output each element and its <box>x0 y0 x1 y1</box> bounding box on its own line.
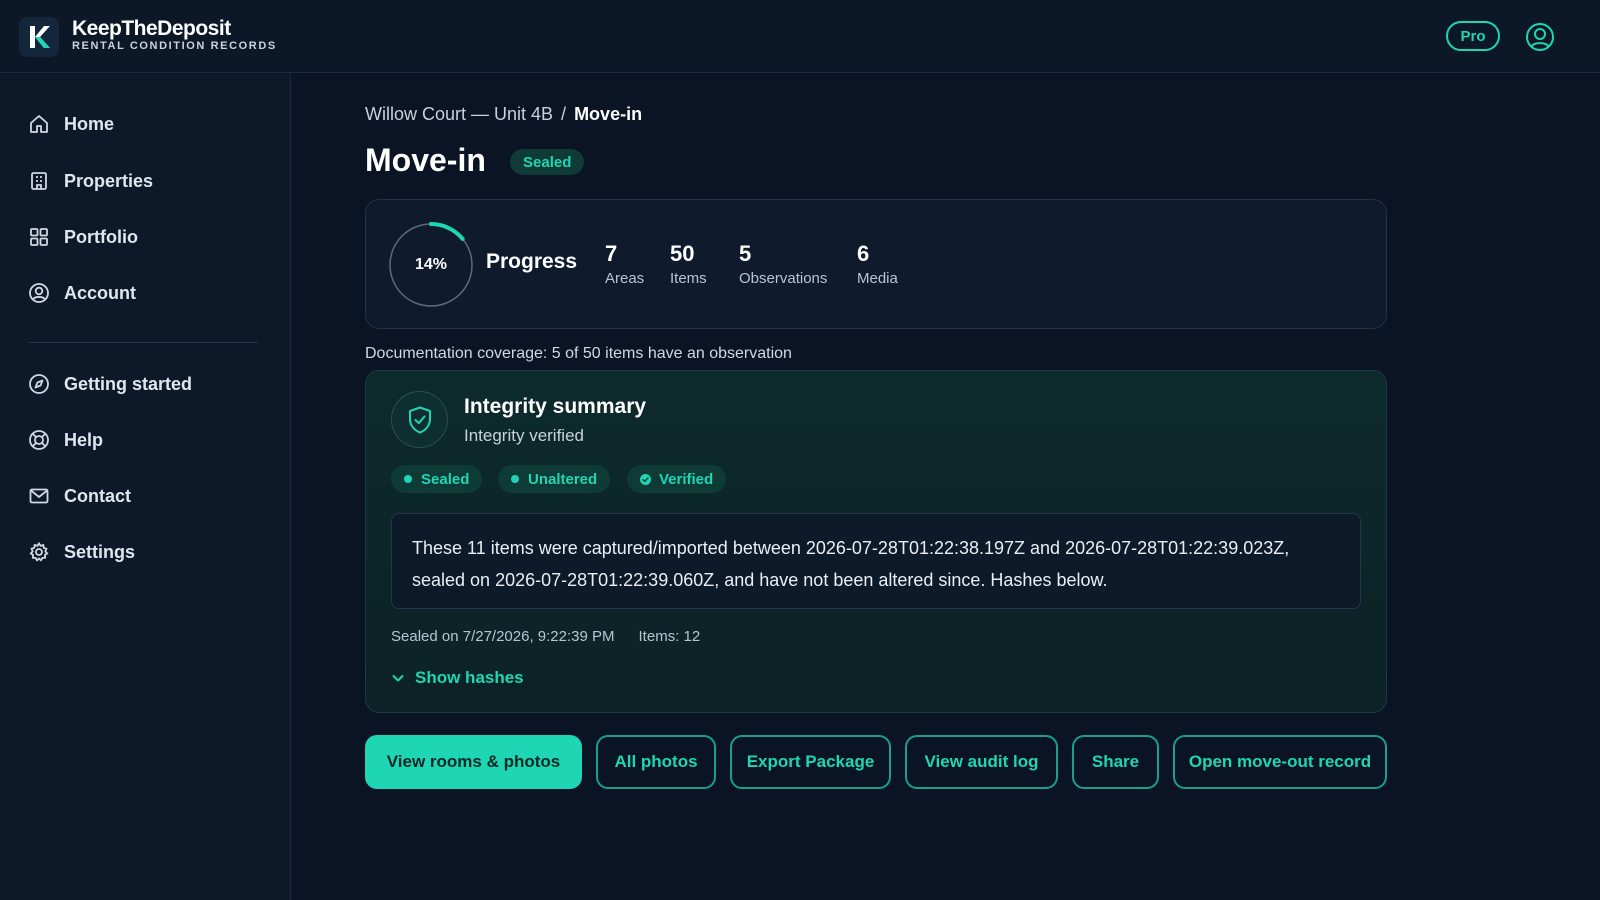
integrity-title: Integrity summary <box>464 395 647 418</box>
progress-percent: 14% <box>414 256 448 273</box>
building-icon <box>28 170 50 192</box>
chevron-down-icon <box>391 671 405 685</box>
stat-value: 6 <box>857 241 870 266</box>
mail-icon <box>28 485 50 507</box>
user-menu-button[interactable] <box>1525 22 1555 52</box>
dot-icon <box>404 475 412 483</box>
sidebar-item-label: Portfolio <box>64 226 138 247</box>
k-logo-icon <box>30 26 50 48</box>
pill-label: Unaltered <box>528 470 598 488</box>
shield-badge <box>391 391 448 448</box>
sidebar-item-properties[interactable]: Properties <box>28 166 153 196</box>
stat-label: Areas <box>605 270 645 287</box>
logo[interactable] <box>19 17 59 57</box>
stat-value: 5 <box>739 241 752 266</box>
share-button[interactable]: Share <box>1072 735 1159 789</box>
pill-label: Sealed <box>421 470 470 488</box>
sidebar-divider <box>28 342 258 343</box>
export-package-button[interactable]: Export Package <box>730 735 891 789</box>
progress-label: Progress <box>486 250 578 273</box>
sidebar-item-getting-started[interactable]: Getting started <box>28 369 192 399</box>
stat-value: 7 <box>605 241 618 266</box>
sidebar-item-label: Settings <box>64 541 136 562</box>
sidebar: Home Properties Portfolio Account Gettin… <box>0 73 291 900</box>
sealed-on: Sealed on 7/27/2026, 9:22:39 PM <box>391 628 615 645</box>
stat-areas: 7 Areas <box>605 241 645 288</box>
sidebar-item-label: Properties <box>64 170 154 191</box>
integrity-summary-text: These 11 items were captured/imported be… <box>391 513 1361 609</box>
open-move-out-record-button[interactable]: Open move-out record <box>1173 735 1387 789</box>
brand-name: KeepTheDeposit <box>72 17 231 40</box>
shield-check-icon <box>408 406 431 433</box>
compass-icon <box>28 373 50 395</box>
progress-card: 14% Progress 7 Areas 50 Items 5 Observat… <box>365 199 1387 329</box>
view-audit-log-button[interactable]: View audit log <box>905 735 1058 789</box>
breadcrumb: Willow Court — Unit 4B / Move-in <box>365 104 642 125</box>
sidebar-item-label: Contact <box>64 485 131 506</box>
pill-sealed: Sealed <box>391 465 483 493</box>
status-badge: Sealed <box>510 149 585 175</box>
sidebar-item-home[interactable]: Home <box>28 109 114 139</box>
stat-observations: 5 Observations <box>739 241 828 288</box>
view-rooms-photos-button[interactable]: View rooms & photos <box>365 735 582 789</box>
sidebar-item-help[interactable]: Help <box>28 425 103 455</box>
documentation-coverage: Documentation coverage: 5 of 50 items ha… <box>365 345 792 362</box>
gear-icon <box>28 541 50 563</box>
breadcrumb-separator: / <box>561 104 567 124</box>
sidebar-item-account[interactable]: Account <box>28 278 136 308</box>
sidebar-item-contact[interactable]: Contact <box>28 481 131 511</box>
home-icon <box>28 113 50 135</box>
stat-label: Items <box>670 270 707 287</box>
stat-value: 50 <box>670 241 695 266</box>
seal-meta: Sealed on 7/27/2026, 9:22:39 PM Items: 12 <box>391 628 700 645</box>
sidebar-item-label: Help <box>64 429 104 450</box>
integrity-subtitle: Integrity verified <box>464 426 584 445</box>
sidebar-item-settings[interactable]: Settings <box>28 537 135 567</box>
user-circle-icon <box>28 282 50 304</box>
pro-plan-badge[interactable]: Pro <box>1446 21 1500 51</box>
items-count: Items: 12 <box>638 628 701 645</box>
user-circle-icon <box>1526 23 1554 51</box>
pill-label: Verified <box>659 470 714 488</box>
all-photos-button[interactable]: All photos <box>596 735 716 789</box>
stat-items: 50 Items <box>670 241 707 288</box>
grid-icon <box>28 226 50 248</box>
stat-media: 6 Media <box>857 241 898 288</box>
brand-tagline: RENTAL CONDITION RECORDS <box>72 40 277 52</box>
pill-verified: Verified <box>627 465 727 493</box>
sidebar-item-portfolio[interactable]: Portfolio <box>28 222 138 252</box>
show-hashes-label: Show hashes <box>415 668 524 687</box>
page-title: Move-in <box>365 142 486 178</box>
breadcrumb-parent[interactable]: Willow Court — Unit 4B <box>365 104 553 124</box>
sidebar-item-label: Account <box>64 282 136 303</box>
integrity-card: Integrity summary Integrity verified Sea… <box>365 370 1387 713</box>
brand: KeepTheDeposit RENTAL CONDITION RECORDS <box>72 18 277 53</box>
show-hashes-toggle[interactable]: Show hashes <box>391 668 524 688</box>
stat-label: Media <box>857 270 898 287</box>
stat-label: Observations <box>739 270 828 287</box>
lifebuoy-icon <box>28 429 50 451</box>
breadcrumb-current: Move-in <box>574 104 643 124</box>
pill-unaltered: Unaltered <box>498 465 611 493</box>
check-circle-icon <box>640 473 651 485</box>
dot-icon <box>511 475 519 483</box>
top-bar: KeepTheDeposit RENTAL CONDITION RECORDS … <box>0 0 1600 73</box>
sidebar-item-label: Getting started <box>64 373 193 394</box>
sidebar-item-label: Home <box>64 113 115 134</box>
